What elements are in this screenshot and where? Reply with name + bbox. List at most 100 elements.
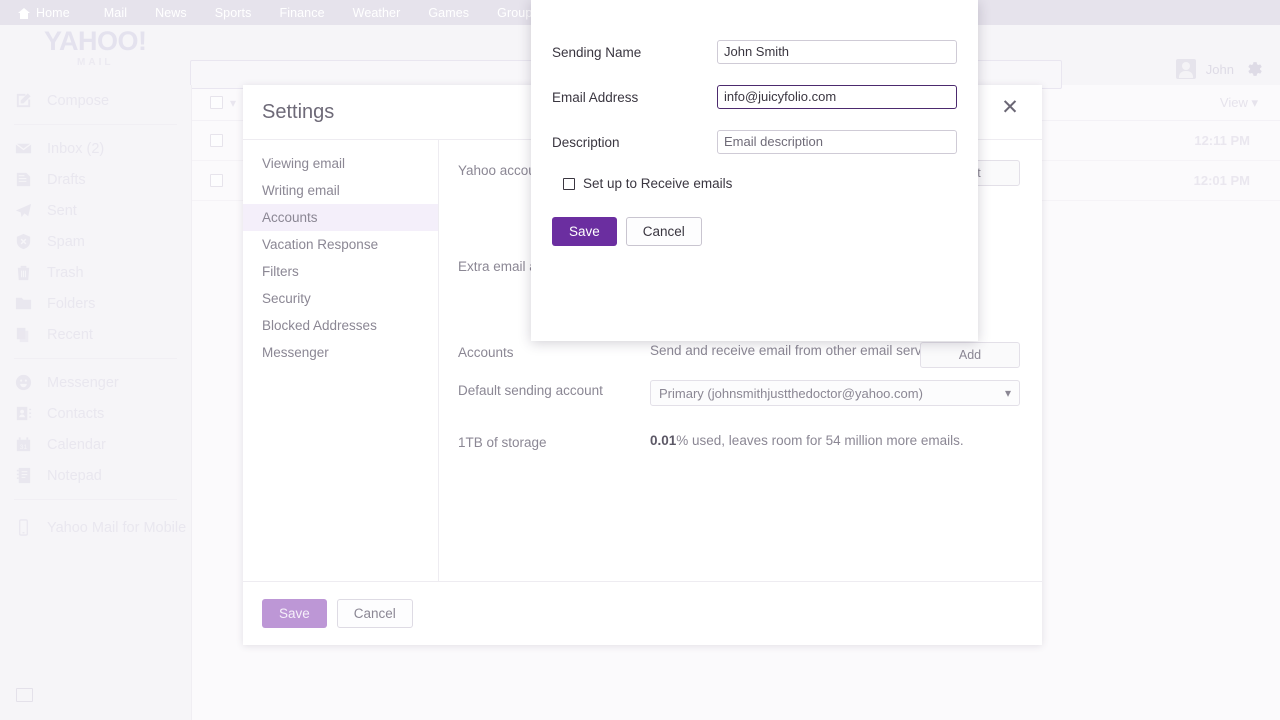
sidebar-divider-1	[14, 124, 177, 125]
setup-receive-emails-checkbox[interactable]	[563, 177, 575, 190]
sidebar-item-recent[interactable]: Recent	[0, 319, 191, 350]
sidebar-item-trash[interactable]: Trash	[0, 257, 191, 288]
sidebar-divider-2	[14, 358, 177, 359]
calendar-icon: 31	[14, 435, 33, 454]
settings-row-value: 0.01% used, leaves room for 54 million m…	[650, 432, 1020, 450]
sidebar-item-folders[interactable]: Folders	[0, 288, 191, 319]
topnav-item-news[interactable]: News	[155, 6, 187, 20]
settings-nav-item-viewing-email[interactable]: Viewing email	[243, 150, 438, 177]
sent-paper-plane-icon	[14, 201, 33, 220]
select-value: Primary (johnsmithjustthedoctor@yahoo.co…	[659, 385, 923, 401]
sidebar-label-compose: Compose	[47, 92, 110, 109]
trash-can-icon	[14, 263, 33, 282]
settings-nav-item-security[interactable]: Security	[243, 285, 438, 312]
image-placeholder-icon	[16, 688, 33, 702]
settings-nav-item-accounts[interactable]: Accounts	[243, 204, 438, 231]
chevron-down-icon[interactable]: ▾	[230, 96, 236, 110]
settings-nav-item-blocked-addresses[interactable]: Blocked Addresses	[243, 312, 438, 339]
topnav-item-finance[interactable]: Finance	[279, 6, 324, 20]
user-area: John	[1175, 59, 1264, 79]
inbox-envelope-icon	[14, 139, 33, 158]
sidebar-label-calendar: Calendar	[47, 436, 106, 453]
contacts-card-icon	[14, 404, 33, 423]
settings-footer: Save Cancel	[243, 581, 1042, 645]
add-account-button[interactable]: Add	[920, 342, 1020, 368]
description-input[interactable]: Email description	[717, 130, 957, 154]
settings-row-label: 1TB of storage	[458, 435, 547, 450]
storage-text: % used, leaves room for 54 million more …	[676, 433, 964, 448]
setup-receive-emails-label: Set up to Receive emails	[583, 176, 733, 191]
sidebar-label-inbox: Inbox (2)	[47, 140, 105, 157]
modal-button-row: Save Cancel	[531, 217, 978, 246]
messenger-smiley-icon	[14, 373, 33, 392]
settings-row-label: Accounts	[458, 345, 514, 360]
recent-stack-icon	[14, 325, 33, 344]
settings-nav-item-writing-email[interactable]: Writing email	[243, 177, 438, 204]
default-sending-account-select[interactable]: Primary (johnsmithjustthedoctor@yahoo.co…	[650, 380, 1020, 406]
sidebar-item-sent[interactable]: Sent	[0, 195, 191, 226]
settings-cancel-button[interactable]: Cancel	[336, 599, 413, 628]
topnav-item-weather[interactable]: Weather	[353, 6, 401, 20]
settings-row-default-sending-account: Default sending account Primary (johnsmi…	[458, 380, 1020, 406]
user-name-label: John	[1205, 61, 1234, 77]
mobile-phone-icon	[14, 518, 33, 537]
settings-nav-item-messenger[interactable]: Messenger	[243, 339, 438, 366]
select-all-checkbox[interactable]	[210, 96, 223, 109]
sidebar-item-drafts[interactable]: Drafts	[0, 164, 191, 195]
field-label-email-address: Email Address	[552, 89, 639, 105]
close-icon[interactable]: ✕	[996, 94, 1024, 122]
app-root: Home Mail News Sports Finance Weather Ga…	[0, 0, 1280, 720]
settings-nav-item-vacation-response[interactable]: Vacation Response	[243, 231, 438, 258]
settings-row-value: Send and receive email from other email …	[650, 343, 946, 358]
modal-field-sending-name: Sending Name John Smith	[531, 40, 978, 64]
sidebar-divider-3	[14, 499, 177, 500]
folder-icon	[14, 294, 33, 313]
sidebar-label-contacts: Contacts	[47, 405, 105, 422]
gear-icon[interactable]	[1244, 59, 1264, 79]
sidebar-item-yahoo-mail-mobile[interactable]: Yahoo Mail for Mobile	[0, 512, 191, 543]
email-address-input[interactable]: info@juicyfolio.com	[717, 85, 957, 109]
sidebar-item-calendar[interactable]: 31 Calendar	[0, 429, 191, 460]
settings-row-label: Default sending account	[458, 383, 603, 398]
yahoo-mail-logo[interactable]: YAHOO! MAIL	[44, 28, 147, 68]
sidebar-label-notepad: Notepad	[47, 467, 102, 484]
modal-save-button[interactable]: Save	[552, 217, 617, 246]
topnav-item-mail[interactable]: Mail	[104, 6, 127, 20]
modal-field-description: Description Email description	[531, 130, 978, 154]
topnav-item-sports[interactable]: Sports	[215, 6, 252, 20]
avatar-icon[interactable]	[1175, 59, 1196, 79]
storage-percent: 0.01	[650, 433, 677, 448]
sidebar-item-compose[interactable]: Compose	[0, 85, 191, 116]
sidebar-item-messenger[interactable]: Messenger	[0, 367, 191, 398]
sidebar-item-inbox[interactable]: Inbox (2)	[0, 133, 191, 164]
sidebar-item-spam[interactable]: Spam	[0, 226, 191, 257]
chevron-down-icon: ▾	[1004, 386, 1011, 400]
add-mailbox-modal: Sending Name John Smith Email Address in…	[531, 0, 978, 341]
row-checkbox[interactable]	[210, 134, 223, 147]
mail-timestamp: 12:11 PM	[1194, 133, 1250, 148]
settings-save-button[interactable]: Save	[262, 599, 327, 628]
compose-icon	[14, 91, 33, 110]
row-checkbox[interactable]	[210, 174, 223, 187]
mail-timestamp: 12:01 PM	[1193, 173, 1250, 188]
topnav-item-games[interactable]: Games	[428, 6, 469, 20]
sidebar-label-folders: Folders	[47, 295, 96, 312]
sending-name-input[interactable]: John Smith	[717, 40, 957, 64]
sidebar-label-yahoo-mail-mobile: Yahoo Mail for Mobile	[47, 519, 187, 536]
modal-receive-emails-row[interactable]: Set up to Receive emails	[531, 176, 978, 191]
sidebar-item-notepad[interactable]: Notepad	[0, 460, 191, 491]
sidebar-label-trash: Trash	[47, 264, 84, 281]
field-label-sending-name: Sending Name	[552, 44, 642, 60]
sidebar-label-sent: Sent	[47, 202, 77, 219]
modal-cancel-button[interactable]: Cancel	[625, 217, 702, 246]
view-label: View	[1219, 95, 1248, 110]
sidebar-item-contacts[interactable]: Contacts	[0, 398, 191, 429]
drafts-icon	[14, 170, 33, 189]
view-dropdown-button[interactable]: View ▾	[1220, 95, 1258, 111]
topnav-item-home[interactable]: Home	[18, 6, 70, 20]
sidebar-label-recent: Recent	[47, 326, 93, 343]
settings-navigation: Viewing email Writing email Accounts Vac…	[243, 140, 439, 581]
logo-subtitle: MAIL	[77, 57, 114, 68]
logo-wordmark: YAHOO!	[44, 26, 147, 56]
settings-nav-item-filters[interactable]: Filters	[243, 258, 438, 285]
